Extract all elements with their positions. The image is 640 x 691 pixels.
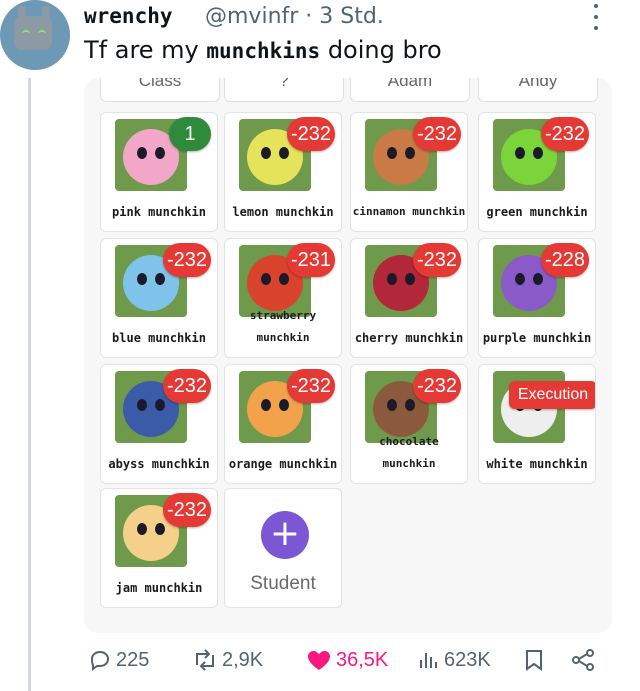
points-badge: -232: [286, 369, 335, 403]
student-name: orange munchkin: [228, 457, 338, 471]
reply-button[interactable]: 225: [88, 648, 149, 672]
tweet-actions: 225 2,9K 36,5K 623K: [84, 648, 614, 678]
heart-icon: [308, 651, 330, 670]
points-badge: -232: [162, 243, 211, 277]
student-card[interactable]: -232 cherry munchkin: [350, 238, 468, 358]
student-name: abyss munchkin: [108, 457, 210, 471]
student-name: jam munchkin: [115, 581, 203, 595]
bookmark-button[interactable]: [524, 648, 548, 672]
points-badge: -232: [286, 117, 335, 151]
student-card[interactable]: -232 chocolate munchkin: [350, 364, 468, 484]
points-badge: -232: [540, 117, 589, 151]
student-name: purple munchkin: [482, 331, 592, 345]
repost-button[interactable]: 2,9K: [192, 648, 263, 672]
attached-image[interactable]: Class ? Adam Andy 1 pink munchkin -232 lemo…: [84, 78, 612, 633]
student-name: blue munchkin: [112, 331, 206, 345]
student-card[interactable]: -232 blue munchkin: [100, 238, 218, 358]
author-handle[interactable]: @mvinfr: [205, 4, 298, 29]
column-header: Class: [100, 78, 220, 102]
author-name[interactable]: wrenchy: [84, 4, 173, 28]
avatar[interactable]: [0, 0, 70, 70]
student-card[interactable]: -232 orange munchkin: [224, 364, 342, 484]
like-button[interactable]: 36,5K: [306, 648, 388, 672]
points-badge: -231: [286, 243, 335, 277]
reply-icon: [90, 650, 110, 671]
column-header: ?: [224, 78, 344, 102]
add-student-button[interactable]: + Student: [224, 488, 342, 608]
student-name: strawberry munchkin: [249, 309, 317, 344]
views-button[interactable]: 623K: [418, 648, 491, 672]
like-count: 36,5K: [336, 648, 389, 671]
student-name: white munchkin: [486, 457, 588, 471]
student-card[interactable]: 1 pink munchkin: [100, 112, 218, 232]
student-card[interactable]: -232 abyss munchkin: [100, 364, 218, 484]
repost-icon: [196, 649, 214, 671]
points-badge: -232: [162, 369, 211, 403]
student-card[interactable]: -231 strawberry munchkin: [224, 238, 342, 358]
column-header: Adam: [350, 78, 470, 102]
student-card[interactable]: -228 purple munchkin: [478, 238, 596, 358]
points-badge: Execution: [509, 381, 595, 409]
views-icon: [420, 653, 437, 668]
points-badge: -228: [540, 243, 589, 277]
points-badge: -232: [412, 369, 461, 403]
timestamp[interactable]: 3 Std.: [319, 4, 384, 29]
separator: ·: [305, 4, 313, 29]
student-card[interactable]: -232 jam munchkin: [100, 488, 218, 608]
student-name: cherry munchkin: [354, 331, 464, 345]
add-student-label: Student: [250, 573, 316, 594]
student-name: green munchkin: [486, 205, 588, 219]
repost-count: 2,9K: [222, 648, 264, 671]
points-badge: -232: [412, 117, 461, 151]
bookmark-icon: [526, 650, 542, 671]
points-badge: -232: [162, 493, 211, 527]
thread-line: [28, 78, 31, 691]
more-options-icon[interactable]: [590, 4, 602, 30]
plus-icon: +: [261, 511, 309, 559]
share-button[interactable]: [570, 648, 600, 672]
student-name: lemon munchkin: [232, 205, 334, 219]
student-card[interactable]: -232 cinnamon munchkin: [350, 112, 468, 232]
points-badge: 1: [169, 117, 211, 151]
tweet-text: Tf are my munchkins doing bro: [84, 36, 442, 64]
column-header: Andy: [478, 78, 598, 102]
student-card[interactable]: -232 green munchkin: [478, 112, 596, 232]
points-badge: -232: [412, 243, 461, 277]
share-icon: [572, 649, 594, 671]
reply-count: 225: [116, 648, 150, 671]
student-card[interactable]: Execution white munchkin: [478, 364, 596, 484]
author-handle-time: @mvinfr · 3 Std.: [205, 4, 384, 29]
student-card[interactable]: -232 lemon munchkin: [224, 112, 342, 232]
student-name: pink munchkin: [112, 205, 206, 219]
tweet-text-bold: munchkins: [206, 39, 321, 63]
student-name: chocolate munchkin: [379, 435, 439, 470]
views-count: 623K: [444, 648, 491, 671]
student-name: cinnamon munchkin: [352, 205, 466, 218]
